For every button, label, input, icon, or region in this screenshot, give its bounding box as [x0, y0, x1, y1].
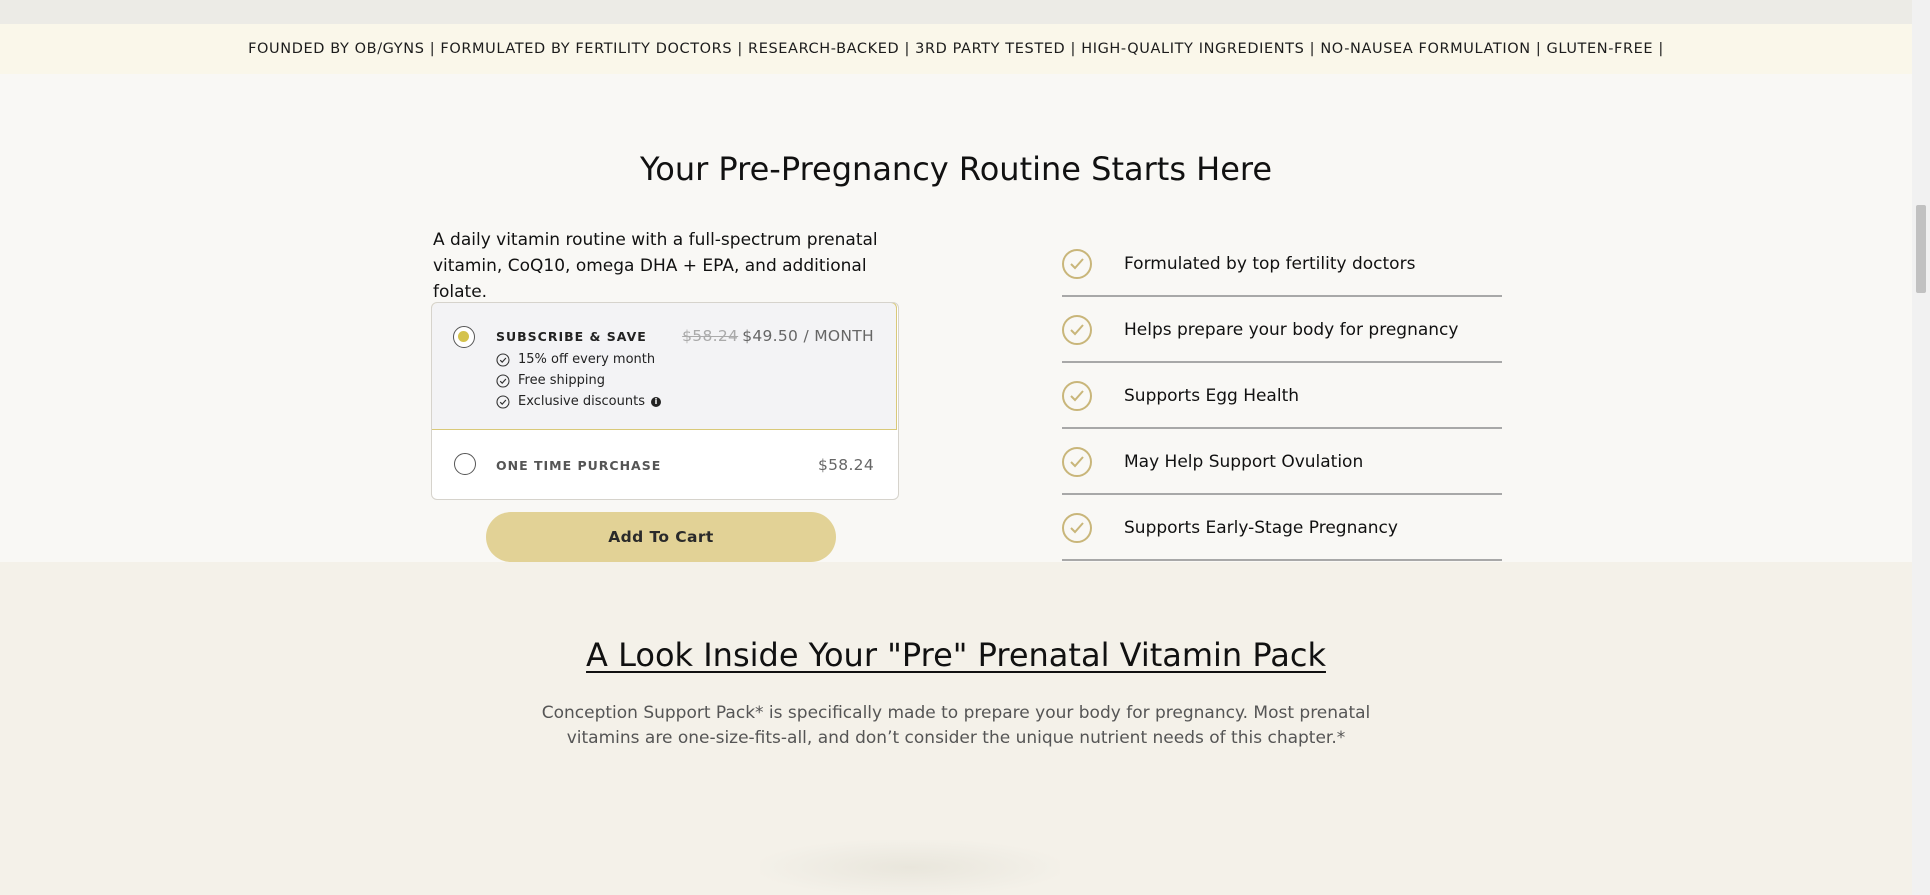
trust-banner-text: FOUNDED BY OB/GYNS | FORMULATED BY FERTI…: [248, 41, 1664, 57]
subscribe-label: SUBSCRIBE & SAVE: [496, 329, 647, 344]
routine-description: A daily vitamin routine with a full-spec…: [433, 230, 878, 302]
one-time-radio[interactable]: [454, 453, 476, 475]
one-time-option[interactable]: ONE TIME PURCHASE $58.24: [432, 430, 896, 499]
benefit-label: Free shipping: [518, 373, 605, 388]
trust-banner: FOUNDED BY OB/GYNS | FORMULATED BY FERTI…: [0, 24, 1912, 74]
subscribe-price: $58.24 $49.50 / MONTH: [682, 327, 874, 345]
check-circle-icon: [1062, 315, 1092, 345]
feature-label: May Help Support Ovulation: [1124, 452, 1364, 472]
feature-list: Formulated by top fertility doctors Help…: [1062, 233, 1502, 563]
benefit-item: 15% off every month: [496, 349, 661, 370]
purchase-options: SUBSCRIBE & SAVE $58.24 $49.50 / MONTH 15…: [431, 302, 899, 500]
top-image-strip: [0, 0, 1912, 24]
feature-item: Formulated by top fertility doctors: [1062, 233, 1502, 297]
feature-label: Formulated by top fertility doctors: [1124, 254, 1416, 274]
feature-item: Supports Early-Stage Pregnancy: [1062, 497, 1502, 561]
benefit-label: 15% off every month: [518, 352, 656, 367]
check-circle-icon: [496, 373, 510, 388]
benefit-label: Exclusive discounts: [518, 394, 645, 409]
routine-title: Your Pre-Pregnancy Routine Starts Here: [639, 150, 1273, 188]
subscribe-benefits: 15% off every month Free shipping Exclus…: [496, 349, 661, 412]
pack-title[interactable]: A Look Inside Your "Pre" Prenatal Vitami…: [0, 636, 1912, 674]
benefit-item: Exclusive discounts i: [496, 391, 661, 412]
one-time-price: $58.24: [817, 456, 874, 474]
feature-item: Supports Egg Health: [1062, 365, 1502, 429]
feature-label: Helps prepare your body for pregnancy: [1124, 320, 1459, 340]
feature-item: Helps prepare your body for pregnancy: [1062, 299, 1502, 363]
one-time-label: ONE TIME PURCHASE: [496, 458, 662, 473]
check-circle-icon: [496, 394, 510, 409]
check-circle-icon: [496, 352, 510, 367]
benefit-item: Free shipping: [496, 370, 661, 391]
subscribe-old-price: $58.24: [682, 327, 739, 345]
routine-section: [0, 74, 1912, 562]
subscribe-option[interactable]: SUBSCRIBE & SAVE $58.24 $49.50 / MONTH 15…: [432, 303, 897, 430]
subscribe-radio[interactable]: [453, 326, 475, 348]
info-icon[interactable]: i: [650, 396, 661, 407]
product-image: [760, 840, 1060, 895]
check-circle-icon: [1062, 447, 1092, 477]
check-circle-icon: [1062, 381, 1092, 411]
subscribe-current-price: $49.50 / MONTH: [742, 327, 874, 345]
feature-item: May Help Support Ovulation: [1062, 431, 1502, 495]
check-circle-icon: [1062, 513, 1092, 543]
add-to-cart-button[interactable]: Add To Cart: [486, 512, 836, 562]
scrollbar-thumb[interactable]: [1916, 205, 1926, 293]
check-circle-icon: [1062, 249, 1092, 279]
feature-label: Supports Egg Health: [1124, 386, 1300, 406]
pack-description: Conception Support Pack* is specifically…: [541, 703, 1371, 748]
page-scrollbar[interactable]: [1912, 0, 1930, 895]
feature-label: Supports Early-Stage Pregnancy: [1124, 518, 1398, 538]
